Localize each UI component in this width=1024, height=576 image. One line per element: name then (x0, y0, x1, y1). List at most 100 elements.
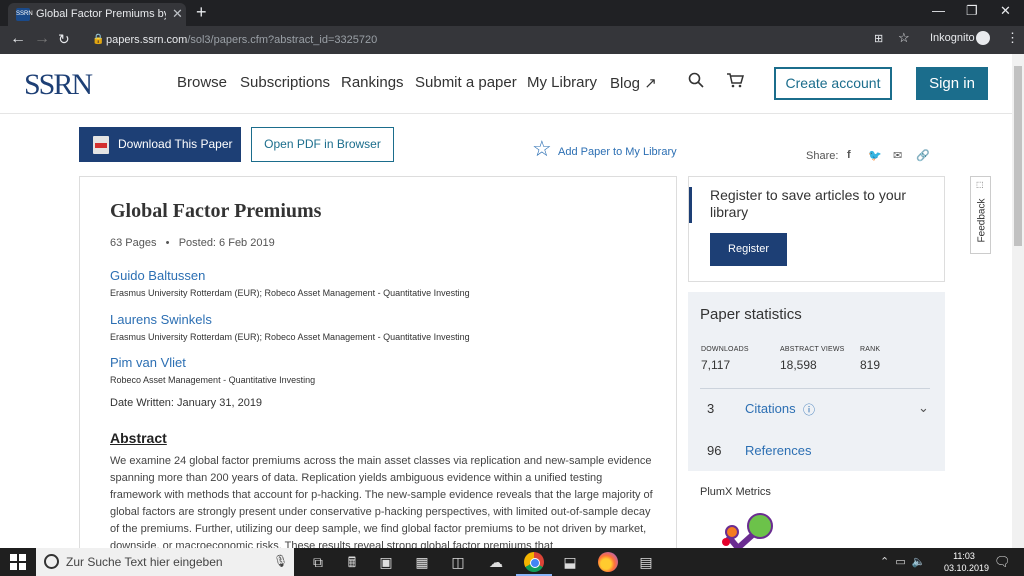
author-link[interactable]: Guido Baltussen (110, 268, 205, 283)
feedback-tab[interactable]: ⬚ Feedback (970, 176, 991, 254)
menu-dots-icon[interactable]: ⋮ (1006, 30, 1019, 46)
rank-label: RANK (860, 346, 881, 353)
restore-icon[interactable]: ❐ (966, 3, 978, 19)
chevron-down-icon[interactable]: ⌄ (918, 400, 929, 416)
search-icon[interactable] (688, 72, 704, 93)
author-link[interactable]: Laurens Swinkels (110, 312, 212, 327)
chrome-icon[interactable] (524, 552, 544, 572)
references-count: 96 (707, 443, 722, 458)
windows-taskbar: Zur Suche Text hier eingeben 🎙 ⧉ 🖩 ▣ ▦ ◫… (0, 548, 1024, 576)
paper-title: Global Factor Premiums (110, 200, 322, 222)
references-link[interactable]: References (745, 443, 811, 458)
stats-divider (700, 388, 930, 389)
notifications-icon[interactable]: 🗨 (994, 554, 1011, 570)
url-host: papers.ssrn.com (106, 34, 188, 46)
open-pdf-button[interactable]: Open PDF in Browser (251, 127, 394, 162)
nav-rankings[interactable]: Rankings (341, 74, 404, 91)
feedback-label: Feedback (976, 198, 988, 243)
incognito-label[interactable]: Inkognito (930, 32, 975, 44)
nav-blog[interactable]: Blog ↗ (610, 74, 657, 92)
citations-count: 3 (707, 401, 715, 416)
close-tab-icon[interactable]: ✕ (172, 6, 183, 22)
facebook-icon[interactable]: f (847, 149, 851, 161)
stats-title: Paper statistics (700, 306, 802, 323)
browser-tab-bar: SSRN Global Factor Premiums by Guido B ✕… (0, 0, 1024, 26)
twitter-icon[interactable]: 🐦 (868, 149, 882, 162)
microphone-icon[interactable]: 🎙 (273, 554, 288, 568)
rank-value: 819 (860, 358, 881, 372)
ssrn-logo[interactable]: SSRN (24, 68, 93, 102)
paper-statistics: Paper statistics DOWNLOADS 7,117 ABSTRAC… (688, 292, 945, 471)
site-header: SSRN Browse Subscriptions Rankings Submi… (0, 54, 1012, 114)
taskbar-search-placeholder: Zur Suche Text hier eingeben (66, 555, 223, 569)
forward-icon[interactable]: → (34, 30, 50, 48)
lock-icon: 🔒 (92, 34, 105, 45)
register-button[interactable]: Register (710, 233, 787, 266)
nav-subscriptions[interactable]: Subscriptions (240, 74, 330, 91)
taskbar-clock[interactable]: 11:03 03.10.2019 (944, 550, 990, 574)
email-icon[interactable]: ✉ (893, 149, 902, 162)
author-affiliation: Robeco Asset Management - Quantitative I… (110, 375, 316, 385)
paper-meta: 63 Pages • Posted: 6 Feb 2019 (110, 237, 275, 249)
link-icon[interactable]: 🔗 (916, 149, 930, 162)
tab-title: Global Factor Premiums by Guido B (36, 8, 166, 20)
new-tab-icon[interactable]: + (196, 2, 207, 23)
app-icon[interactable]: ▣ (374, 552, 398, 572)
app-icon[interactable]: ▤ (634, 552, 658, 572)
pdf-icon (93, 136, 109, 154)
calculator-icon[interactable]: ▦ (410, 552, 434, 572)
app-icon[interactable]: ⬓ (558, 552, 582, 572)
info-icon[interactable]: ⓘ (803, 401, 815, 418)
star-icon: ☆ (532, 136, 552, 161)
create-account-button[interactable]: Create account (774, 67, 892, 100)
nav-browse[interactable]: Browse (177, 74, 227, 91)
author-link[interactable]: Pim van Vliet (110, 355, 186, 370)
posted-date: Posted: 6 Feb 2019 (178, 237, 275, 249)
app-icon[interactable]: ◫ (446, 552, 470, 572)
plumx-heading: PlumX Metrics (700, 486, 771, 498)
sign-in-button[interactable]: Sign in (916, 67, 988, 100)
translate-icon[interactable]: ⊞ (874, 32, 883, 45)
bookmark-star-icon[interactable]: ☆ (898, 30, 910, 46)
windows-start-icon[interactable] (10, 554, 26, 570)
system-tray-icons[interactable]: ⌃ ▭ 🔈 (880, 555, 926, 568)
add-library-label: Add Paper to My Library (558, 146, 677, 158)
abstract-text: We examine 24 global factor premiums acr… (110, 455, 653, 552)
register-title: Register to save articles to your librar… (710, 187, 907, 220)
reload-icon[interactable]: ↻ (58, 31, 70, 48)
ssrn-favicon-icon: SSRN (16, 8, 33, 21)
scrollbar[interactable] (1012, 54, 1024, 548)
abstract-heading: Abstract (110, 430, 167, 446)
views-value: 18,598 (780, 358, 817, 372)
share-label: Share: (806, 150, 839, 162)
app-icon[interactable]: 🖩 (340, 552, 364, 572)
accent-bar (689, 187, 692, 223)
incognito-avatar-icon[interactable] (976, 31, 990, 45)
downloads-label: DOWNLOADS (701, 346, 749, 353)
close-window-icon[interactable]: ✕ (1000, 3, 1011, 19)
views-label: ABSTRACT VIEWS (780, 346, 845, 353)
clock-date: 03.10.2019 (944, 563, 990, 573)
download-paper-button[interactable]: Download This Paper (79, 127, 241, 162)
scrollbar-thumb[interactable] (1014, 66, 1022, 246)
page-count: 63 Pages (110, 237, 157, 249)
browser-tab[interactable]: SSRN Global Factor Premiums by Guido B ✕ (8, 3, 186, 26)
app-icon[interactable]: ☁ (484, 552, 508, 572)
download-label: Download This Paper (118, 137, 233, 151)
citations-link[interactable]: Citations (745, 401, 796, 416)
back-icon[interactable]: ← (10, 30, 26, 48)
taskbar-search[interactable]: Zur Suche Text hier eingeben 🎙 (36, 548, 294, 576)
author-affiliation: Erasmus University Rotterdam (EUR); Robe… (110, 288, 470, 298)
address-bar[interactable]: 🔒 papers.ssrn.com/sol3/papers.cfm?abstra… (82, 30, 867, 50)
nav-my-library[interactable]: My Library (527, 74, 597, 91)
cart-icon[interactable] (726, 72, 744, 93)
url-path: /sol3/papers.cfm?abstract_id=3325720 (187, 34, 378, 46)
author-affiliation: Erasmus University Rotterdam (EUR); Robe… (110, 332, 470, 342)
nav-submit-paper[interactable]: Submit a paper (415, 74, 517, 91)
minimize-icon[interactable]: — (932, 3, 945, 18)
cortana-icon (44, 554, 59, 569)
firefox-icon[interactable] (598, 552, 618, 572)
task-view-icon[interactable]: ⧉ (306, 552, 330, 572)
clock-time: 11:03 (953, 551, 975, 561)
plumx-graphic-icon[interactable] (708, 508, 778, 548)
